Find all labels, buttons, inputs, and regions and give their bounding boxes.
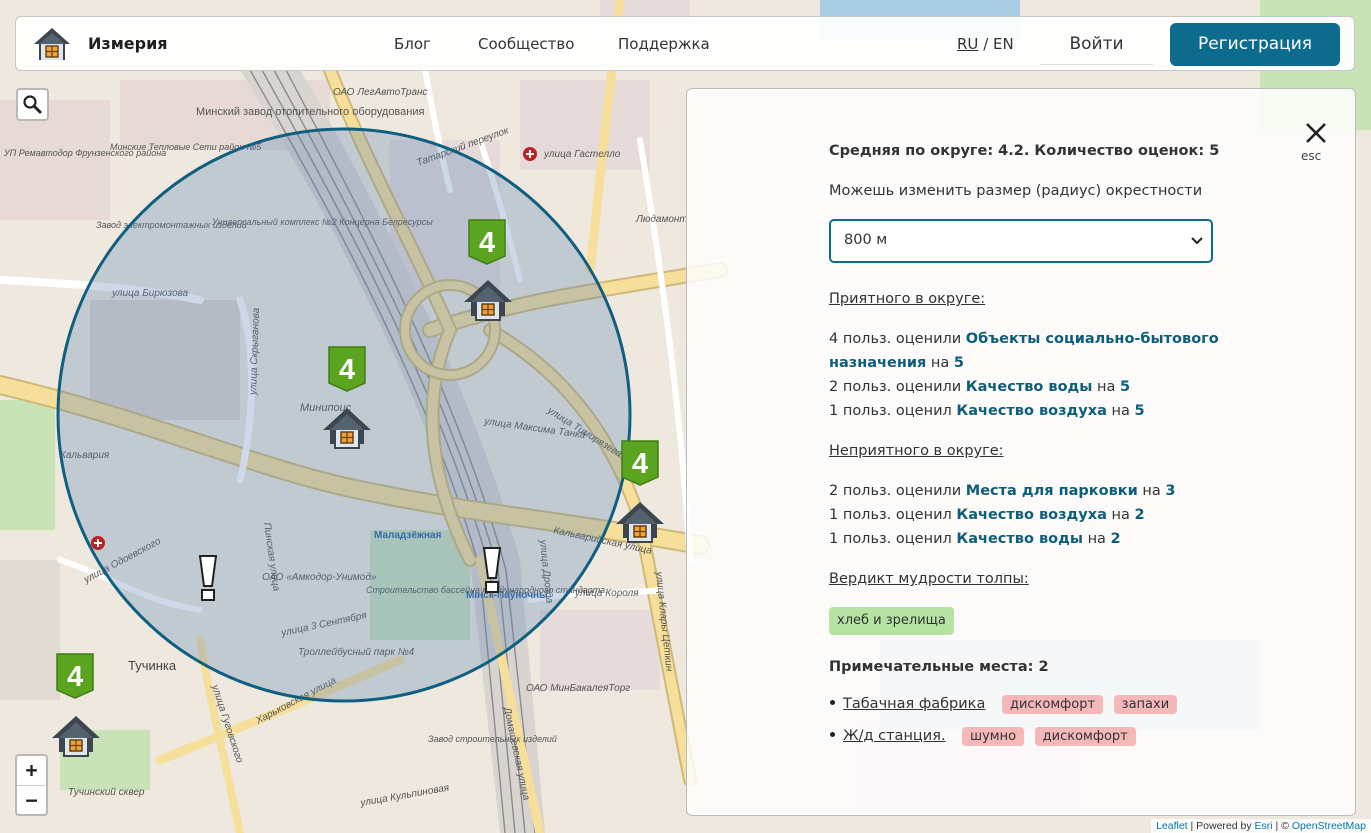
language-switcher: RU / EN bbox=[957, 35, 1014, 53]
nav-community-link[interactable]: Сообщество bbox=[478, 35, 574, 53]
pleasant-heading: Приятного в округе: bbox=[829, 291, 986, 307]
place-link[interactable]: Ж/д станция. bbox=[843, 728, 946, 744]
search-icon bbox=[23, 95, 42, 114]
map-label: ОАО МинБакалеяТорг bbox=[526, 683, 630, 694]
place-tag: дискомфорт bbox=[1001, 695, 1104, 714]
map-label: Минский завод отопительного оборудования bbox=[196, 106, 424, 118]
hospital-icon bbox=[91, 536, 105, 550]
verdict-tag: хлеб и зрелища bbox=[829, 607, 954, 635]
lang-ru-link[interactable]: RU bbox=[957, 35, 978, 53]
map-label: УП Ремавтодор Фрунзенского района bbox=[3, 148, 166, 158]
svg-text:4: 4 bbox=[339, 354, 355, 386]
rating-marker[interactable]: 4 bbox=[328, 346, 366, 392]
osm-link[interactable]: OpenStreetMap bbox=[1292, 820, 1366, 832]
login-button[interactable]: Войти bbox=[1040, 23, 1153, 65]
rating-marker[interactable]: 4 bbox=[468, 219, 506, 265]
map-label: Тучинка bbox=[128, 658, 177, 673]
svg-text:4: 4 bbox=[479, 227, 495, 259]
list-item: Ж/д станция. шумно дискомфорт bbox=[829, 727, 1136, 746]
map-label: Людамонт bbox=[635, 214, 688, 225]
leaflet-link[interactable]: Leaflet bbox=[1156, 820, 1188, 832]
verdict-tag-row: хлеб и зрелища bbox=[829, 607, 954, 635]
pleasant-item: 4 польз. оценили Объекты социально-бытов… bbox=[829, 331, 1219, 371]
register-button[interactable]: Регистрация bbox=[1170, 23, 1340, 66]
warning-marker-icon[interactable] bbox=[199, 555, 217, 601]
brand-name[interactable]: Измерия bbox=[88, 34, 168, 53]
chevron-down-icon bbox=[1191, 237, 1203, 245]
place-tag: запахи bbox=[1113, 695, 1178, 714]
unpleasant-item: 1 польз. оценил Качество воды на 2 bbox=[829, 531, 1121, 547]
place-tag: дискомфорт bbox=[1034, 727, 1136, 746]
map-label: улица Короля bbox=[574, 588, 639, 599]
map-label: ОАО ЛегАвтоТранс bbox=[333, 87, 428, 98]
zoom-out-button[interactable]: − bbox=[17, 786, 46, 815]
radius-hint: Можешь изменить размер (радиус) окрестно… bbox=[829, 183, 1203, 199]
rating-marker[interactable]: 4 bbox=[56, 653, 94, 699]
unpleasant-heading: Неприятного в округе: bbox=[829, 443, 1004, 459]
lang-en-link[interactable]: EN bbox=[993, 35, 1014, 53]
pleasant-item: 2 польз. оценили Качество воды на 5 bbox=[829, 379, 1131, 395]
radius-select-value: 800 м bbox=[844, 232, 888, 248]
esri-link[interactable]: Esri bbox=[1255, 820, 1273, 832]
map-attribution: Leaflet | Powered by Esri | © OpenStreet… bbox=[1151, 819, 1371, 833]
map-label: Завод строительных изделий bbox=[428, 734, 557, 744]
verdict-heading: Вердикт мудрости толпы: bbox=[829, 571, 1029, 587]
rating-marker[interactable]: 4 bbox=[621, 440, 659, 486]
unpleasant-item: 2 польз. оценили Места для парковки на 3 bbox=[829, 483, 1176, 499]
place-tag: шумно bbox=[962, 727, 1025, 746]
map-label: Тучинский сквер bbox=[68, 787, 145, 798]
warning-marker-icon[interactable] bbox=[483, 547, 501, 593]
unpleasant-item: 1 польз. оценил Качество воздуха на 2 bbox=[829, 507, 1145, 523]
esc-hint: esc bbox=[1301, 149, 1322, 163]
place-link[interactable]: Табачная фабрика bbox=[843, 696, 985, 712]
list-item: Табачная фабрика дискомфорт запахи bbox=[829, 695, 1178, 714]
radius-select[interactable]: 800 м bbox=[829, 219, 1213, 263]
hospital-icon bbox=[523, 147, 537, 161]
zoom-in-button[interactable]: + bbox=[17, 756, 46, 786]
svg-text:4: 4 bbox=[632, 448, 648, 480]
nav-blog-link[interactable]: Блог bbox=[394, 35, 431, 53]
house-logo-icon[interactable] bbox=[32, 26, 72, 62]
places-heading: Примечательные места: 2 bbox=[829, 659, 1049, 675]
map-search-button[interactable] bbox=[16, 88, 49, 121]
pleasant-item: 1 польз. оценил Качество воздуха на 5 bbox=[829, 403, 1145, 419]
neighborhood-info-panel: esc Средняя по округе: 4.2. Количество о… bbox=[686, 88, 1356, 816]
top-navigation-bar: Измерия Блог Сообщество Поддержка RU / E… bbox=[15, 16, 1355, 71]
lang-separator: / bbox=[983, 35, 989, 53]
map-label: улица Гастелло bbox=[543, 149, 621, 160]
close-icon[interactable] bbox=[1304, 121, 1328, 145]
svg-text:4: 4 bbox=[67, 661, 83, 693]
zoom-control: + − bbox=[15, 754, 48, 816]
nav-support-link[interactable]: Поддержка bbox=[618, 35, 710, 53]
average-rating-summary: Средняя по округе: 4.2. Количество оцено… bbox=[829, 143, 1220, 159]
